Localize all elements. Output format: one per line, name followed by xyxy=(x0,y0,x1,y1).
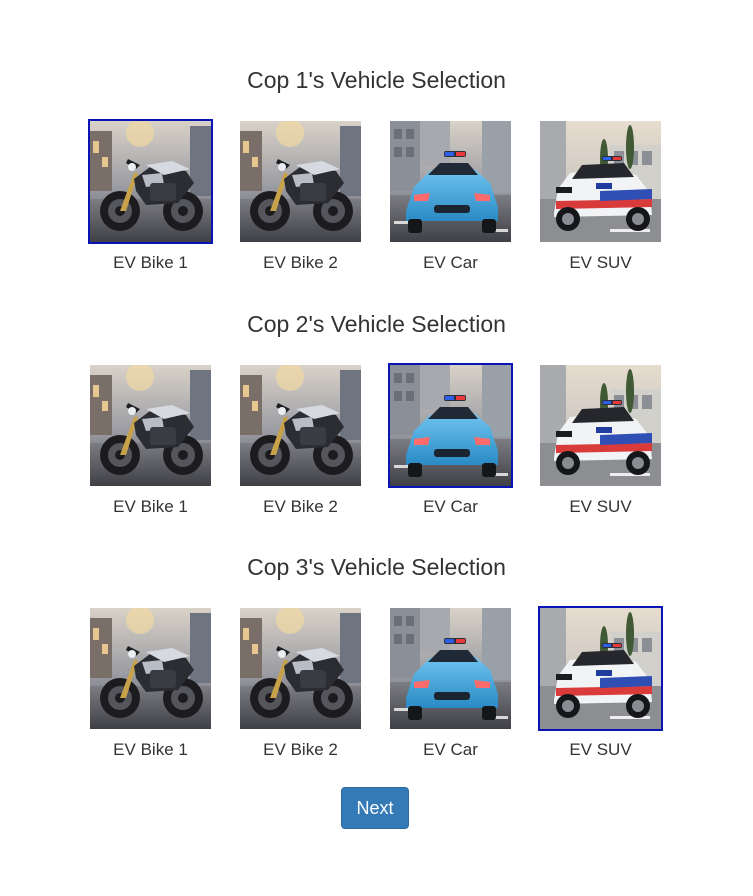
vehicle-option-ev-bike-2[interactable]: EV Bike 2 xyxy=(238,606,363,760)
vehicle-selection-page: Cop 1's Vehicle Selection EV Bike 1 EV B… xyxy=(0,0,753,896)
vehicle-label: EV Bike 2 xyxy=(263,253,338,272)
vehicle-label: EV Bike 1 xyxy=(113,740,188,759)
vehicle-option-ev-bike-1[interactable]: EV Bike 1 xyxy=(88,363,213,517)
vehicle-label: EV Bike 2 xyxy=(263,740,338,759)
vehicle-image[interactable] xyxy=(538,119,663,244)
next-button[interactable]: Next xyxy=(341,787,409,829)
vehicle-option-ev-car[interactable]: EV Car xyxy=(388,363,513,517)
vehicle-image[interactable] xyxy=(238,119,363,244)
section-title: Cop 3's Vehicle Selection xyxy=(247,554,506,580)
vehicle-label: EV Car xyxy=(423,253,478,272)
vehicle-option-ev-bike-2[interactable]: EV Bike 2 xyxy=(238,363,363,517)
vehicle-label: EV SUV xyxy=(569,740,632,759)
vehicle-image[interactable] xyxy=(388,119,513,244)
vehicle-label: EV Bike 2 xyxy=(263,497,338,516)
vehicle-label: EV SUV xyxy=(569,253,632,272)
vehicle-image[interactable] xyxy=(238,363,363,488)
vehicle-label: EV Bike 1 xyxy=(113,253,188,272)
vehicle-label: EV Car xyxy=(423,497,478,516)
vehicle-image[interactable] xyxy=(388,363,513,488)
vehicle-option-ev-car[interactable]: EV Car xyxy=(388,606,513,760)
vehicle-image[interactable] xyxy=(88,363,213,488)
vehicle-image[interactable] xyxy=(538,606,663,731)
section-title: Cop 2's Vehicle Selection xyxy=(247,311,506,337)
vehicle-option-ev-suv[interactable]: EV SUV xyxy=(538,363,663,517)
vehicle-image[interactable] xyxy=(88,119,213,244)
vehicle-option-ev-bike-2[interactable]: EV Bike 2 xyxy=(238,119,363,273)
vehicle-image[interactable] xyxy=(388,606,513,731)
vehicle-option-ev-suv[interactable]: EV SUV xyxy=(538,606,663,760)
section-title: Cop 1's Vehicle Selection xyxy=(247,67,506,93)
vehicle-label: EV Car xyxy=(423,740,478,759)
vehicle-image[interactable] xyxy=(238,606,363,731)
vehicle-option-ev-bike-1[interactable]: EV Bike 1 xyxy=(88,606,213,760)
vehicle-option-ev-car[interactable]: EV Car xyxy=(388,119,513,273)
vehicle-image[interactable] xyxy=(88,606,213,731)
vehicle-image[interactable] xyxy=(538,363,663,488)
vehicle-option-ev-bike-1[interactable]: EV Bike 1 xyxy=(88,119,213,273)
vehicle-label: EV Bike 1 xyxy=(113,497,188,516)
vehicle-label: EV SUV xyxy=(569,497,632,516)
vehicle-option-ev-suv[interactable]: EV SUV xyxy=(538,119,663,273)
